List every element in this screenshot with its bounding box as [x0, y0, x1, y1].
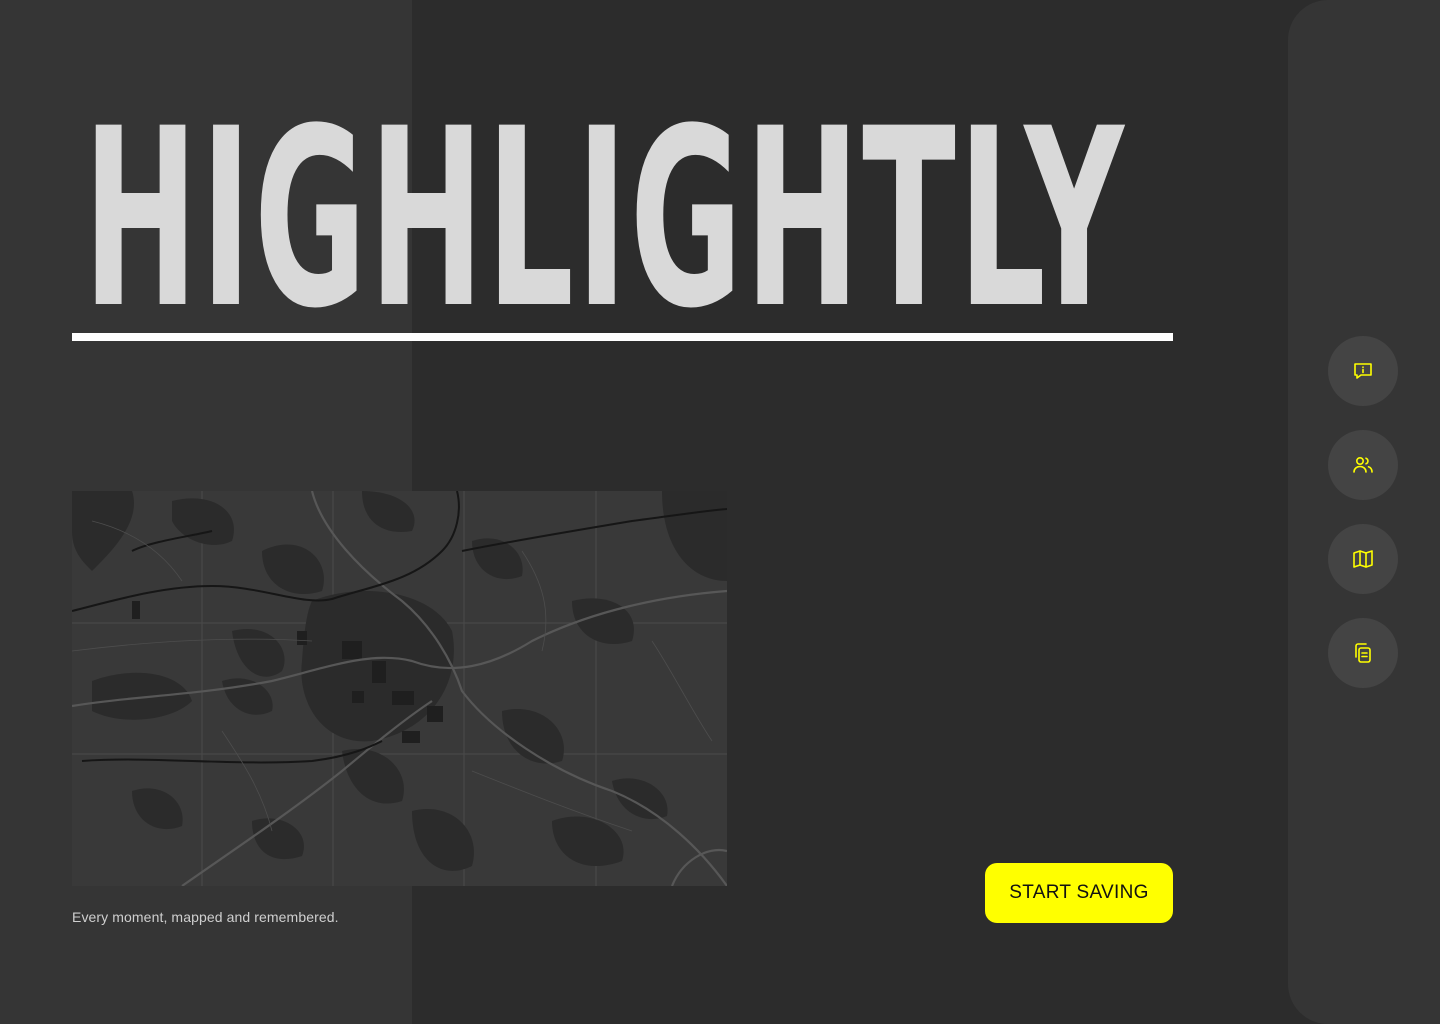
title-underline: [72, 333, 1173, 341]
rail-button-feedback[interactable]: [1328, 336, 1398, 406]
rail-button-users[interactable]: [1328, 430, 1398, 500]
map-icon: [1351, 547, 1375, 571]
map-caption: Every moment, mapped and remembered.: [72, 909, 339, 925]
rail-button-map[interactable]: [1328, 524, 1398, 594]
map-preview[interactable]: [72, 491, 727, 886]
start-saving-button[interactable]: START SAVING: [985, 863, 1173, 923]
hero-title: HIGHLIGHTLY: [72, 77, 1173, 363]
hero-title-text: HIGHLIGHTLY: [83, 77, 1127, 363]
rail-button-copy[interactable]: [1328, 618, 1398, 688]
users-icon: [1351, 453, 1375, 477]
copy-icon: [1351, 641, 1375, 665]
side-rail: [1288, 0, 1440, 1024]
map-graphic: [72, 491, 727, 886]
feedback-icon: [1351, 359, 1375, 383]
